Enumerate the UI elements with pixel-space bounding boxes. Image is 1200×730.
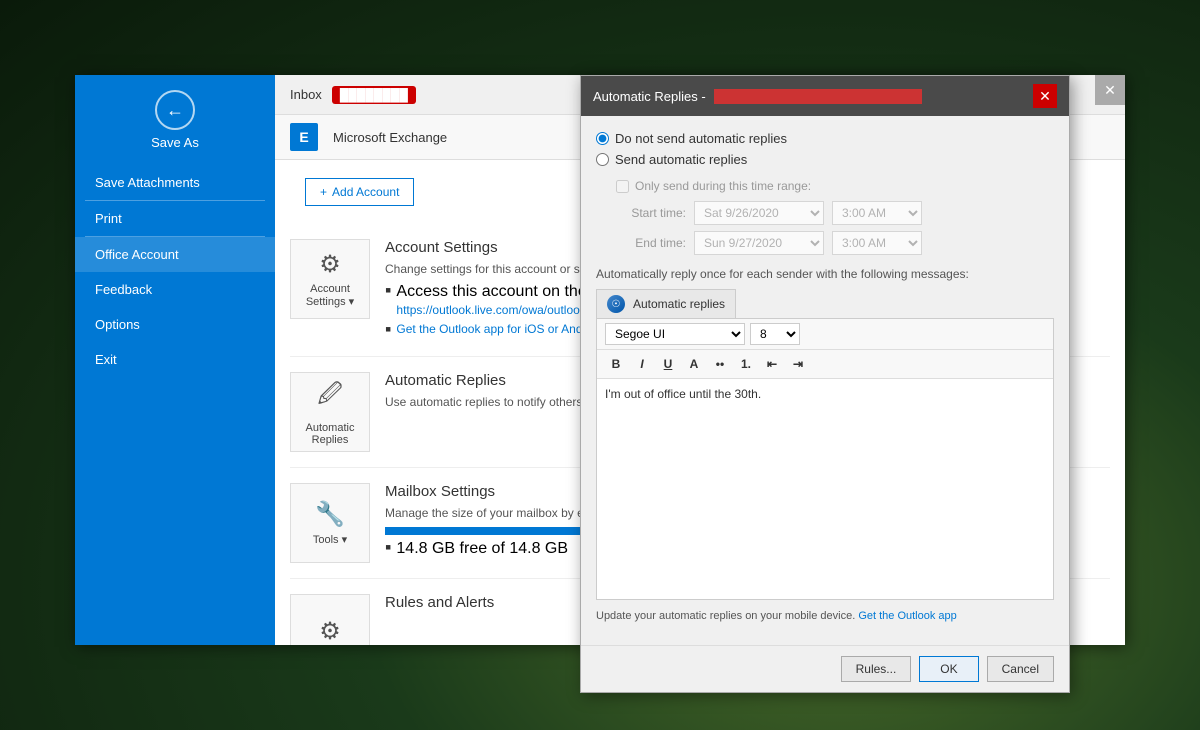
- storage-bullet-icon: ▪: [385, 538, 391, 556]
- reply-tab-label: Automatic replies: [633, 297, 725, 311]
- sidebar-item-exit[interactable]: Exit: [75, 342, 275, 377]
- inbox-badge: ████████: [332, 86, 416, 104]
- add-account-button[interactable]: + Add Account: [305, 178, 414, 206]
- font-color-button[interactable]: A: [683, 353, 705, 375]
- storage-progress-bar: [385, 527, 585, 535]
- rules-title: Rules and Alerts: [385, 594, 494, 611]
- font-family-select[interactable]: Segoe UI: [605, 323, 745, 345]
- globe-icon: ☉: [607, 295, 625, 313]
- end-time-select[interactable]: 3:00 AM: [832, 231, 922, 255]
- editor-toolbar-font: Segoe UI 8: [597, 319, 1053, 350]
- account-settings-icon: ⚙: [319, 250, 341, 279]
- automatic-replies-icon: 🖉: [317, 377, 343, 418]
- automatic-replies-icon-box[interactable]: 🖉 Automatic Replies: [290, 372, 370, 452]
- sidebar-feedback-label: Feedback: [95, 282, 152, 297]
- sidebar-save-attachments-label: Save Attachments: [95, 175, 200, 190]
- font-size-select[interactable]: 8: [750, 323, 800, 345]
- rules-text: Rules and Alerts: [385, 594, 494, 616]
- dialog-buttons: Rules... OK Cancel: [581, 645, 1069, 692]
- sidebar-back-button[interactable]: ← Save As: [75, 75, 275, 165]
- end-time-label: End time:: [616, 236, 686, 250]
- underline-button[interactable]: U: [657, 353, 679, 375]
- rules-icon-box[interactable]: ⚙: [290, 594, 370, 645]
- sidebar-item-save-attachments[interactable]: Save Attachments: [75, 165, 275, 200]
- bullet-icon-2: ▪: [385, 320, 391, 338]
- dialog-footer-text: Update your automatic replies on your mo…: [596, 610, 1054, 622]
- radio-group: Do not send automatic replies Send autom…: [596, 131, 1054, 167]
- dialog-titlebar: Automatic Replies - ████████████████ ✕: [581, 76, 1069, 116]
- sidebar-print-label: Print: [95, 211, 122, 226]
- sidebar-options-label: Options: [95, 317, 140, 332]
- sidebar-item-feedback[interactable]: Feedback: [75, 272, 275, 307]
- auto-reply-description: Automatically reply once for each sender…: [596, 267, 1054, 281]
- mailbox-tools-icon-box[interactable]: 🔧 Tools ▾: [290, 483, 370, 563]
- bullet-1-link[interactable]: https://outlook.live.com/owa/outlook.c..…: [396, 303, 605, 317]
- add-account-label: Add Account: [332, 185, 399, 199]
- account-settings-icon-box[interactable]: ⚙ Account Settings ▾: [290, 239, 370, 319]
- start-time-row: Start time: Sat 9/26/2020 3:00 AM: [616, 201, 1054, 225]
- editor-container: Segoe UI 8 B I U A •• 1. ⇤ ⇥ I'm out of: [596, 318, 1054, 600]
- radio-send-auto-input[interactable]: [596, 153, 609, 166]
- rules-button[interactable]: Rules...: [841, 656, 912, 682]
- end-date-select[interactable]: Sun 9/27/2020: [694, 231, 824, 255]
- start-date-select[interactable]: Sat 9/26/2020: [694, 201, 824, 225]
- cancel-button[interactable]: Cancel: [987, 656, 1054, 682]
- sidebar-item-print[interactable]: Print: [75, 201, 275, 236]
- italic-button[interactable]: I: [631, 353, 653, 375]
- dialog-body: Do not send automatic replies Send autom…: [581, 116, 1069, 645]
- sidebar-item-office-account[interactable]: Office Account: [75, 237, 275, 272]
- radio-send-auto-replies[interactable]: Send automatic replies: [596, 152, 1054, 167]
- automatic-replies-dialog: Automatic Replies - ████████████████ ✕ D…: [580, 75, 1070, 693]
- sidebar-office-account-label: Office Account: [95, 247, 179, 262]
- editor-area[interactable]: I'm out of office until the 30th.: [597, 379, 1053, 599]
- time-range-checkbox[interactable]: [616, 180, 629, 193]
- dialog-close-button[interactable]: ✕: [1033, 84, 1057, 108]
- bullet-list-button[interactable]: ••: [709, 353, 731, 375]
- start-time-select[interactable]: 3:00 AM: [832, 201, 922, 225]
- bullet-icon-1: ▪: [385, 281, 391, 299]
- dialog-title-redacted: ████████████████: [714, 89, 921, 104]
- increase-indent-button[interactable]: ⇥: [787, 353, 809, 375]
- end-time-row: End time: Sun 9/27/2020 3:00 AM: [616, 231, 1054, 255]
- exchange-icon: E: [290, 123, 318, 151]
- get-outlook-app-link[interactable]: Get the Outlook app: [858, 610, 956, 622]
- reply-tab-header[interactable]: ☉ Automatic replies: [596, 289, 736, 318]
- time-range-checkbox-item: Only send during this time range:: [616, 179, 1054, 193]
- time-range-label: Only send during this time range:: [635, 179, 811, 193]
- auto-reply-section: Automatically reply once for each sender…: [596, 267, 1054, 600]
- ok-button[interactable]: OK: [919, 656, 978, 682]
- start-time-label: Start time:: [616, 206, 686, 220]
- radio-send-auto-label: Send automatic replies: [615, 152, 747, 167]
- save-as-label: Save As: [151, 135, 199, 150]
- bold-button[interactable]: B: [605, 353, 627, 375]
- storage-text: 14.8 GB free of 14.8 GB: [396, 540, 568, 558]
- back-arrow-icon: ←: [155, 90, 195, 130]
- time-range-section: Only send during this time range: Start …: [616, 179, 1054, 255]
- editor-toolbar-format: B I U A •• 1. ⇤ ⇥: [597, 350, 1053, 379]
- sidebar-item-options[interactable]: Options: [75, 307, 275, 342]
- tools-chevron-icon: ▾: [342, 534, 348, 546]
- window-close-button[interactable]: ✕: [1095, 75, 1125, 105]
- radio-no-auto-label: Do not send automatic replies: [615, 131, 787, 146]
- window-close-icon: ✕: [1104, 82, 1116, 99]
- numbered-list-button[interactable]: 1.: [735, 353, 757, 375]
- account-settings-icon-label2: Settings ▾: [306, 295, 354, 308]
- chevron-down-icon: ▾: [349, 296, 355, 308]
- sidebar: ← Save As Save Attachments Print Office …: [75, 75, 275, 645]
- radio-no-auto-replies[interactable]: Do not send automatic replies: [596, 131, 1054, 146]
- account-settings-icon-label: Account: [310, 283, 350, 295]
- dialog-title: Automatic Replies - ████████████████: [593, 89, 922, 104]
- sidebar-exit-label: Exit: [95, 352, 117, 367]
- exchange-label: Microsoft Exchange: [333, 130, 447, 145]
- rules-icon: ⚙: [319, 617, 341, 645]
- radio-no-auto-input[interactable]: [596, 132, 609, 145]
- tools-icon: 🔧: [315, 500, 345, 529]
- inbox-label: Inbox: [290, 87, 322, 102]
- decrease-indent-button[interactable]: ⇤: [761, 353, 783, 375]
- automatic-replies-icon-label: Automatic Replies: [291, 422, 369, 446]
- plus-icon: +: [320, 185, 327, 199]
- tools-icon-label: Tools ▾: [313, 533, 347, 546]
- storage-progress-fill: [385, 527, 585, 535]
